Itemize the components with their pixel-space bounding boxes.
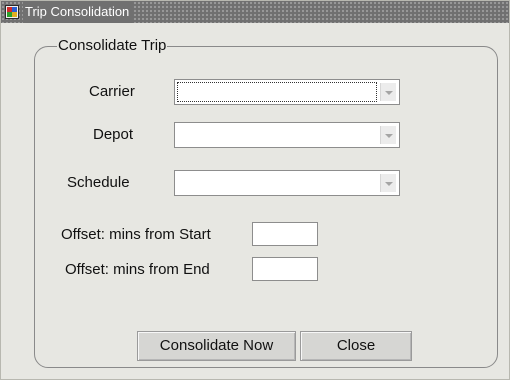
window-title: Trip Consolidation <box>23 1 134 23</box>
app-window-icon <box>5 5 19 19</box>
depot-label: Depot <box>93 126 134 143</box>
carrier-select[interactable] <box>174 79 400 105</box>
offset-start-label: Offset: mins from Start <box>61 226 211 243</box>
consolidate-now-button[interactable]: Consolidate Now <box>137 331 296 361</box>
schedule-dropdown-button[interactable] <box>380 174 396 192</box>
schedule-select[interactable] <box>174 170 400 196</box>
offset-start-input[interactable] <box>252 222 318 246</box>
trip-consolidation-window: Trip Consolidation Consolidate Trip Carr… <box>0 0 510 380</box>
chevron-down-icon <box>385 134 393 138</box>
depot-dropdown-button[interactable] <box>380 126 396 144</box>
close-button[interactable]: Close <box>300 331 412 361</box>
title-bar: Trip Consolidation <box>1 1 509 23</box>
offset-end-input[interactable] <box>252 257 318 281</box>
offset-end-label: Offset: mins from End <box>65 261 210 278</box>
schedule-label: Schedule <box>67 174 130 191</box>
chevron-down-icon <box>385 182 393 186</box>
chevron-down-icon <box>385 91 393 95</box>
carrier-label: Carrier <box>89 83 135 100</box>
depot-select[interactable] <box>174 122 400 148</box>
focus-indicator <box>177 82 377 102</box>
group-title: Consolidate Trip <box>57 37 168 55</box>
carrier-dropdown-button[interactable] <box>380 83 396 101</box>
